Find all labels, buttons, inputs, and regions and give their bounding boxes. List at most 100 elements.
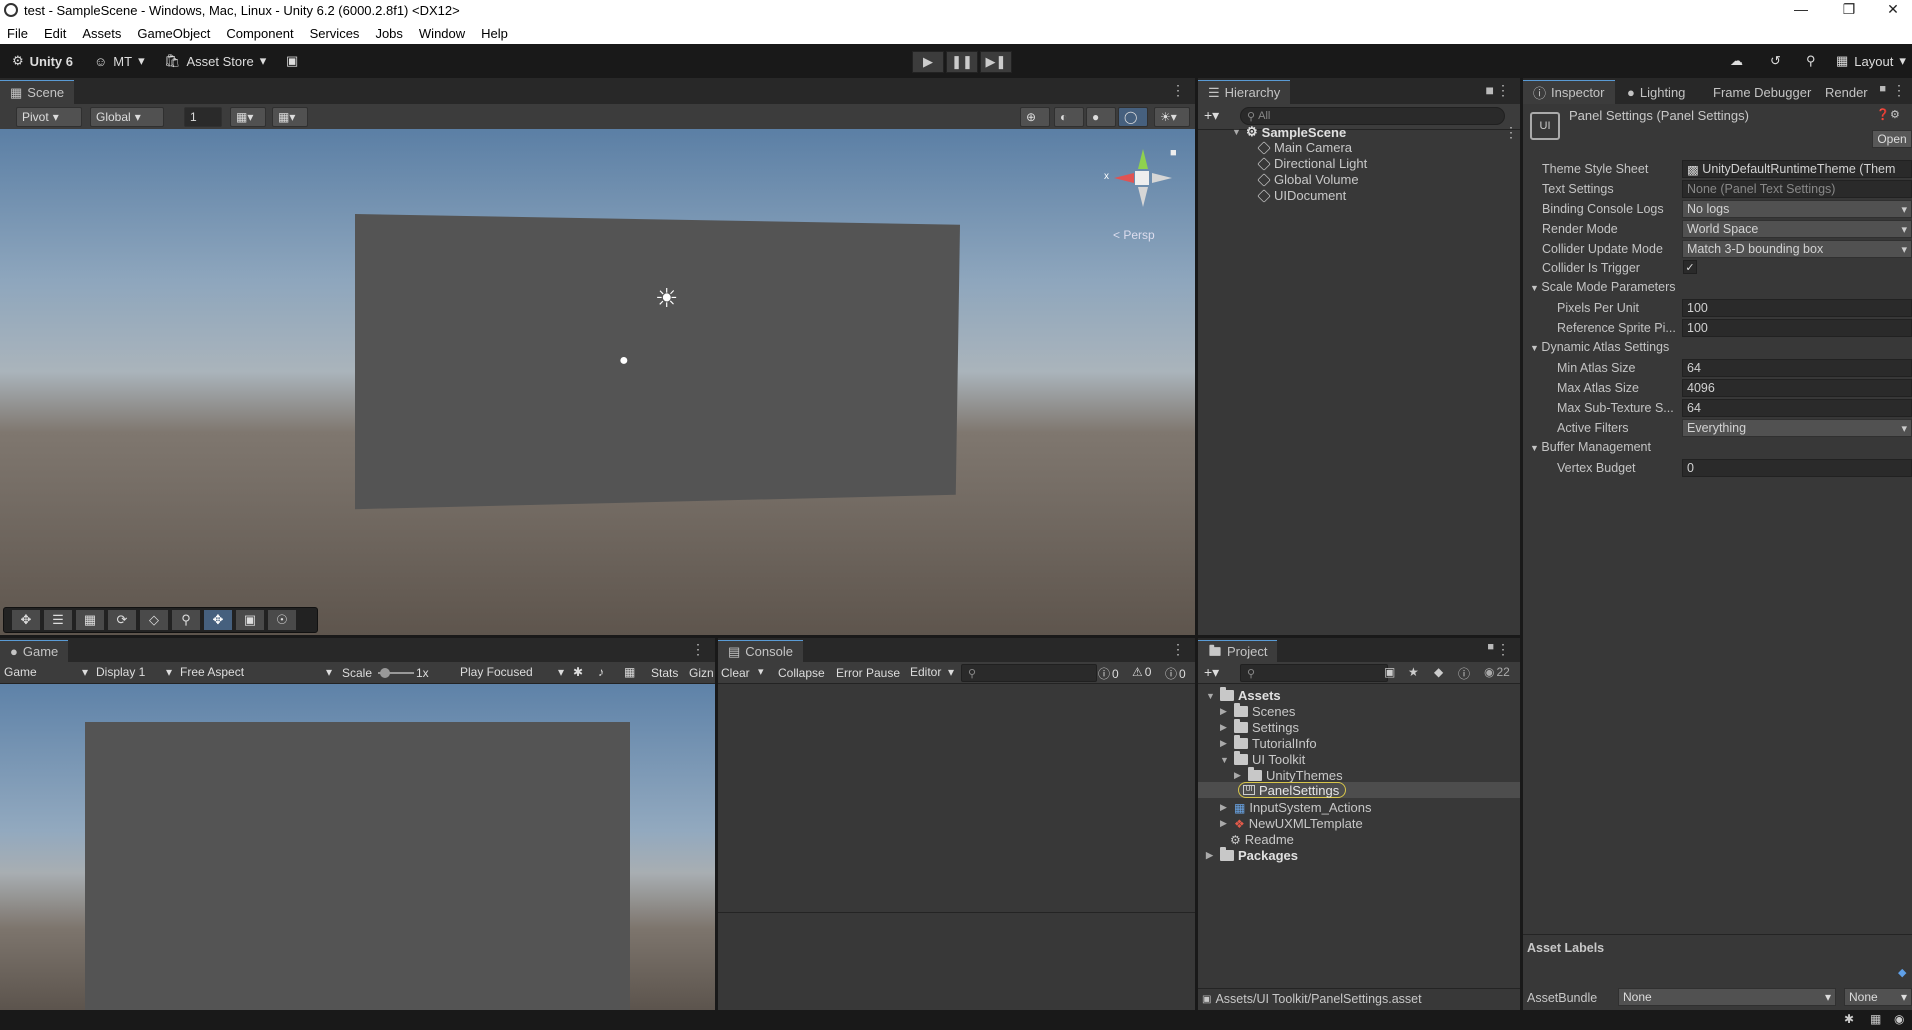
hierarchy-search-input[interactable]: ⚲ All (1240, 107, 1505, 125)
max-atlas-size-input[interactable]: 4096 (1682, 379, 1912, 397)
minimize-icon[interactable]: — (1778, 1, 1824, 17)
ui-document-plane[interactable] (355, 214, 960, 510)
hand-tool-icon[interactable]: ☰ (44, 610, 72, 630)
menu-assets[interactable]: Assets (82, 26, 121, 41)
bug-icon[interactable]: ✱ (573, 665, 583, 679)
stats-button[interactable]: Stats (651, 666, 678, 680)
assets-root-item[interactable]: ▼ Assets (1206, 687, 1281, 703)
search-icon[interactable]: ⚲ (1798, 50, 1824, 72)
lock-icon[interactable]: ■ (1487, 641, 1494, 653)
global-dropdown[interactable]: Global ▾ (90, 107, 164, 127)
lock-icon[interactable]: ■ (1879, 83, 1886, 95)
text-settings-field[interactable]: None (Panel Text Settings) (1682, 180, 1912, 198)
list-item[interactable]: UIDocument (1257, 188, 1346, 203)
console-search-input[interactable]: ⚲ (961, 664, 1097, 682)
scene-viewport[interactable]: ☀ ● x ■ < Persp ✥ ☰ ▦ ⟳ ◇ ⚲ ✥ ▣ ☉ (0, 129, 1195, 635)
pause-button[interactable]: ❚❚ (946, 51, 978, 73)
collapse-arrow-icon[interactable]: ▶ (1220, 722, 1230, 733)
kebab-menu-icon[interactable]: ⋮ (1496, 641, 1510, 658)
snap-settings-icon[interactable]: ▦▾ (230, 107, 266, 127)
list-item[interactable]: ▶ ▦ InputSystem_Actions (1220, 800, 1371, 815)
gizmo-center[interactable] (1135, 171, 1149, 185)
shading-lit-icon[interactable]: ◯ (1118, 107, 1148, 127)
scale-tool-icon[interactable]: ◇ (140, 610, 168, 630)
move-tool-icon[interactable]: ✥ (12, 610, 40, 630)
gizmo-toggle-icon[interactable]: ⊕ (1020, 107, 1050, 127)
label-tag-icon[interactable]: ◆ (1898, 966, 1906, 979)
hidden-packages-toggle[interactable]: ◉ 22 (1484, 665, 1510, 679)
scale-mode-header[interactable]: ▼ Scale Mode Parameters (1530, 280, 1676, 294)
grid-tool-icon[interactable]: ▦ (76, 610, 104, 630)
fx-dropdown-icon[interactable]: ☀▾ (1154, 107, 1190, 127)
gizmo-neg-y-axis[interactable] (1138, 187, 1148, 207)
slider-thumb[interactable] (380, 668, 390, 678)
aspect-dropdown[interactable]: Free Aspect ▾ (180, 665, 332, 679)
grid-visibility-icon[interactable]: ▦▾ (272, 107, 308, 127)
tab-project[interactable]: Project (1198, 640, 1278, 662)
layout-dropdown[interactable]: ▦ Layout ▾ (1828, 50, 1912, 72)
tab-frame-debugger[interactable]: Frame Debugger (1703, 80, 1821, 104)
step-button[interactable]: ▶❚ (980, 51, 1012, 73)
add-dropdown-icon[interactable]: +▾ (1204, 107, 1219, 124)
list-item[interactable]: ▼ UI Toolkit (1220, 751, 1305, 767)
list-item[interactable]: Main Camera (1257, 140, 1352, 155)
account-dropdown[interactable]: ☺ MT ▾ (86, 50, 153, 72)
kebab-menu-icon[interactable]: ⋮ (1171, 82, 1185, 99)
error-pause-button[interactable]: Error Pause (836, 666, 900, 680)
menu-jobs[interactable]: Jobs (375, 26, 402, 41)
tab-lighting[interactable]: ● Lighting (1617, 80, 1695, 104)
view-gizmo[interactable]: x ■ (1104, 145, 1180, 215)
shading-wire-icon[interactable]: ◐ (1054, 107, 1084, 127)
binding-console-logs-dropdown[interactable]: No logs (1682, 200, 1912, 218)
dynamic-atlas-header[interactable]: ▼ Dynamic Atlas Settings (1530, 340, 1669, 354)
tab-scene[interactable]: ▦ Scene (0, 80, 75, 104)
expand-arrow-icon[interactable]: ▼ (1220, 755, 1230, 765)
list-item[interactable]: ▶ Scenes (1220, 703, 1295, 719)
directional-light-icon[interactable]: ☀ (655, 283, 678, 314)
gizmos-button[interactable]: Gizn (689, 666, 715, 680)
menu-gameobject[interactable]: GameObject (137, 26, 210, 41)
list-item-selected[interactable]: UI PanelSettings (1238, 782, 1347, 798)
bug-report-icon[interactable]: ✱ (1844, 1012, 1854, 1026)
vertex-budget-input[interactable]: 0 (1682, 459, 1912, 477)
collider-update-mode-dropdown[interactable]: Match 3-D bounding box (1682, 240, 1912, 258)
menu-services[interactable]: Services (310, 26, 360, 41)
expand-arrow-icon[interactable]: ▼ (1232, 127, 1242, 137)
collapse-arrow-icon[interactable]: ▶ (1220, 802, 1230, 813)
collapse-button[interactable]: Collapse (778, 666, 825, 680)
collapse-arrow-icon[interactable]: ▶ (1220, 706, 1230, 717)
list-item[interactable]: ⚙ Readme (1230, 832, 1294, 847)
kebab-menu-icon[interactable]: ⋮ (1496, 82, 1510, 99)
game-mode-dropdown[interactable]: Game ▾ (4, 665, 88, 679)
min-atlas-size-input[interactable]: 64 (1682, 359, 1912, 377)
console-detail-divider[interactable] (718, 912, 1195, 913)
rotate-tool-icon[interactable]: ⟳ (108, 610, 136, 630)
error-count-toggle[interactable]: ⓘ 0 (1165, 665, 1186, 682)
editor-dropdown[interactable]: Editor ▾ (910, 665, 954, 679)
gizmo-y-axis[interactable] (1138, 149, 1148, 169)
warning-count-toggle[interactable]: ⚠ 0 (1132, 665, 1151, 679)
theme-style-sheet-field[interactable]: ▩ UnityDefaultRuntimeTheme (Them (1682, 160, 1912, 178)
unity-account-button[interactable]: ⚙ Unity 6 (4, 50, 81, 72)
asset-store-dropdown[interactable]: 🛍 Asset Store ▾ (156, 50, 274, 72)
compass-tool-icon[interactable]: ☉ (268, 610, 296, 630)
package-icon[interactable]: ▣ (278, 50, 306, 72)
collider-is-trigger-checkbox[interactable]: ✓ (1683, 260, 1697, 274)
collapse-arrow-icon[interactable]: ▶ (1220, 738, 1230, 749)
cloud-icon[interactable]: ☁ (1722, 50, 1751, 72)
scene-kebab-icon[interactable]: ⋮ (1504, 124, 1518, 141)
history-icon[interactable]: ↺ (1762, 50, 1789, 72)
create-dropdown-icon[interactable]: +▾ (1204, 664, 1219, 681)
scale-slider[interactable] (378, 668, 414, 678)
display-dropdown[interactable]: Display 1 ▾ (96, 665, 172, 679)
menu-help[interactable]: Help (481, 26, 508, 41)
packages-root-item[interactable]: ▶ Packages (1206, 847, 1298, 863)
camera-icon[interactable]: ● (619, 352, 629, 370)
clear-button[interactable]: Clear (721, 666, 750, 680)
scene-root-item[interactable]: ▼ ⚙ SampleScene (1232, 124, 1346, 140)
info-count-toggle[interactable]: ⓘ 0 (1098, 665, 1119, 682)
progress-icon[interactable]: ▦ (1870, 1012, 1881, 1026)
list-item[interactable]: ▶ Settings (1220, 719, 1299, 735)
clear-dropdown-icon[interactable]: ▾ (758, 665, 764, 678)
kebab-menu-icon[interactable]: ⋮ (1892, 82, 1906, 99)
